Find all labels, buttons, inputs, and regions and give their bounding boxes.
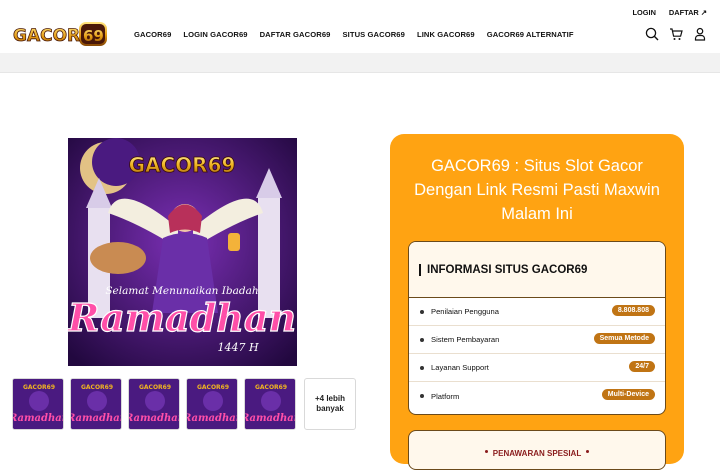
bullet-icon [420, 309, 424, 314]
info-table: INFORMASI SITUS GACOR69 Penilaian Penggu… [408, 241, 666, 415]
svg-text:Ramadhan: Ramadhan [245, 413, 296, 424]
thumbnail-strip: GACOR69 Ramadhan GACOR69 Ramadhan GACOR69 R… [12, 378, 356, 430]
bullet-icon [420, 337, 424, 342]
svg-text:Ramadhan: Ramadhan [13, 413, 64, 424]
row-label: Sistem Pembayaran [431, 335, 500, 344]
bullet-icon [420, 365, 424, 370]
row-label: Layanan Support [431, 363, 489, 372]
info-row-support: Layanan Support 24/7 [409, 354, 665, 382]
bullet-icon [586, 450, 590, 454]
user-icon[interactable] [693, 27, 707, 41]
nav-link-gacor69[interactable]: LINK GACOR69 [417, 30, 475, 39]
row-badge: 8.808.808 [611, 305, 655, 316]
product-title: GACOR69 : Situs Slot Gacor Dengan Link R… [414, 157, 660, 223]
heading-accent-bar [419, 263, 421, 276]
offer-title: PENAWARAN SPESIAL [492, 449, 582, 458]
search-icon[interactable] [645, 27, 659, 41]
nav-situs-gacor69[interactable]: SITUS GACOR69 [342, 30, 404, 39]
nav-daftar-gacor69[interactable]: DAFTAR GACOR69 [260, 30, 331, 39]
account-links: LOGIN DAFTAR ↗ [633, 8, 707, 17]
gacor69-logo[interactable]: GACOR 69 [10, 18, 110, 50]
nav-login-gacor69[interactable]: LOGIN GACOR69 [183, 30, 247, 39]
nav-gacor69[interactable]: GACOR69 [134, 30, 171, 39]
bullet-icon [420, 394, 424, 398]
svg-text:Ramadhan: Ramadhan [71, 413, 122, 424]
row-badge: Multi-Device [601, 389, 655, 400]
row-badge: Semua Metode [593, 333, 655, 344]
thumbnail[interactable]: GACOR69 Ramadhan [186, 378, 238, 430]
bullet-icon [484, 450, 488, 454]
thumbnail[interactable]: GACOR69 Ramadhan [244, 378, 296, 430]
svg-text:GACOR69: GACOR69 [197, 384, 229, 391]
svg-text:GACOR69: GACOR69 [139, 384, 171, 391]
thumbnail[interactable]: GACOR69 Ramadhan [70, 378, 122, 430]
special-offer-box: PENAWARAN SPESIAL [408, 430, 666, 470]
thumbnail[interactable]: GACOR69 Ramadhan [12, 378, 64, 430]
row-label: Penilaian Pengguna [431, 307, 499, 316]
more-images-button[interactable]: +4 lebih banyak [304, 378, 356, 430]
svg-text:GACOR: GACOR [13, 26, 80, 46]
row-badge: 24/7 [629, 361, 655, 372]
poster-year: 1447 H [217, 341, 258, 354]
info-row-rating: Penilaian Pengguna 8.808.808 [409, 298, 665, 326]
site-header: GACOR 69 GACOR69 LOGIN GACOR69 DAFTAR GA… [0, 0, 720, 53]
product-info-card: GACOR69 : Situs Slot Gacor Dengan Link R… [390, 134, 684, 470]
cart-icon[interactable] [669, 27, 683, 41]
login-link[interactable]: LOGIN [633, 8, 656, 17]
info-row-payment: Sistem Pembayaran Semua Metode [409, 326, 665, 354]
info-title: INFORMASI SITUS GACOR69 [427, 263, 588, 276]
svg-text:Ramadhan: Ramadhan [187, 413, 238, 424]
main-nav: GACOR69 LOGIN GACOR69 DAFTAR GACOR69 SIT… [134, 30, 574, 39]
info-row-platform: Platform Multi-Device [409, 382, 665, 410]
svg-text:GACOR69: GACOR69 [129, 153, 236, 177]
daftar-link[interactable]: DAFTAR ↗ [669, 8, 707, 17]
breadcrumb-bar [0, 53, 720, 73]
header-icons [645, 27, 707, 41]
row-label: Platform [431, 391, 460, 401]
svg-text:GACOR69: GACOR69 [255, 384, 287, 391]
nav-gacor69-alternatif[interactable]: GACOR69 ALTERNATIF [487, 30, 574, 39]
main-product-image[interactable]: GACOR69 Selamat Menunaikan Ibadah Ramadh… [68, 138, 297, 366]
svg-text:GACOR69: GACOR69 [23, 384, 55, 391]
svg-text:GACOR69: GACOR69 [81, 384, 113, 391]
info-header: INFORMASI SITUS GACOR69 [409, 242, 665, 298]
thumbnail[interactable]: GACOR69 Ramadhan [128, 378, 180, 430]
svg-text:Ramadhan: Ramadhan [129, 413, 180, 424]
svg-text:69: 69 [83, 27, 104, 45]
poster-title: Ramadhan [68, 295, 296, 340]
